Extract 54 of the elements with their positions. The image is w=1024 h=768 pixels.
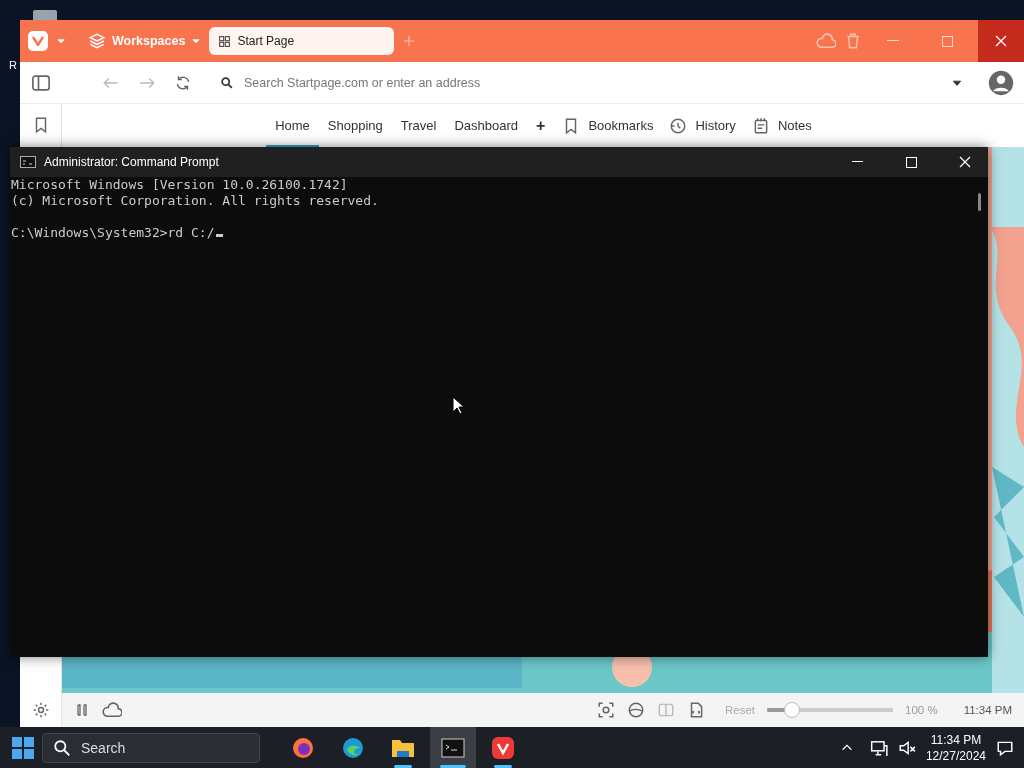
terminal-icon	[441, 737, 465, 758]
panel-link[interactable]: Bookmarks	[588, 118, 654, 133]
add-button[interactable]: +	[527, 104, 555, 147]
cloud-icon[interactable]	[102, 700, 122, 720]
status-clock: 11:34 PM	[963, 704, 1012, 716]
text-cursor	[215, 234, 223, 237]
command-line: C:\Windows\System32>rd C:/	[11, 225, 215, 240]
reload-icon[interactable]	[174, 73, 192, 92]
browser-tab[interactable]: Start Page	[209, 27, 395, 55]
minimize-icon	[887, 40, 899, 42]
panel-link[interactable]: Notes	[777, 118, 812, 133]
taskbar-app[interactable]	[430, 727, 476, 768]
speed-dial-tab[interactable]: Dashboard	[445, 104, 528, 147]
caret-icon[interactable]	[56, 36, 66, 46]
panel-toggle-icon[interactable]	[74, 702, 90, 718]
taskbar-date: 12/27/2024	[925, 747, 986, 764]
window-title: Administrator: Command Prompt	[44, 155, 219, 169]
muted-speaker-icon[interactable]	[897, 738, 916, 757]
console-output: (c) Microsoft Corporation. All rights reserved.	[11, 193, 379, 209]
address-field[interactable]: Search Startpage.com or enter an address	[242, 74, 944, 91]
layers-icon[interactable]	[88, 32, 106, 50]
close-icon	[995, 35, 1007, 47]
console-icon	[20, 156, 36, 168]
taskbar-time: 11:34 PM	[930, 731, 982, 748]
maximize-icon	[941, 35, 953, 47]
edge-icon	[341, 735, 365, 760]
clock-icon[interactable]	[669, 116, 688, 135]
caret-icon[interactable]	[191, 36, 202, 46]
speed-dial-tab[interactable]: Shopping	[318, 104, 392, 147]
start-icon[interactable]	[12, 736, 34, 759]
dropdown-icon[interactable]	[952, 77, 962, 88]
search-icon[interactable]	[220, 75, 234, 90]
capture-icon[interactable]	[596, 701, 615, 719]
settings-icon[interactable]	[31, 701, 50, 719]
vivaldi-logo[interactable]	[28, 31, 48, 51]
zoom-reading: 100 %	[905, 704, 938, 716]
close-icon	[959, 156, 971, 168]
image-icon[interactable]	[626, 701, 645, 719]
speed-dial-tab[interactable]: Travel	[391, 104, 446, 147]
vivaldi-icon	[491, 735, 515, 760]
firefox-icon	[291, 735, 315, 760]
panel-link[interactable]: History	[695, 118, 736, 133]
minimize-icon	[851, 161, 863, 163]
mouse-pointer-icon	[452, 396, 464, 415]
search-icon[interactable]	[53, 738, 71, 757]
profile-icon[interactable]	[988, 69, 1014, 96]
sidebar-icon[interactable]	[31, 72, 51, 93]
maximize-icon	[905, 156, 917, 168]
desktop-icon-label: R	[9, 59, 17, 71]
scrollbar[interactable]	[978, 193, 981, 211]
console-output: Microsoft Windows [Version 10.0.26100.1742]	[11, 177, 348, 193]
network-icon[interactable]	[869, 738, 888, 757]
grid-icon[interactable]	[218, 34, 232, 48]
search-field[interactable]: Search	[42, 732, 260, 763]
